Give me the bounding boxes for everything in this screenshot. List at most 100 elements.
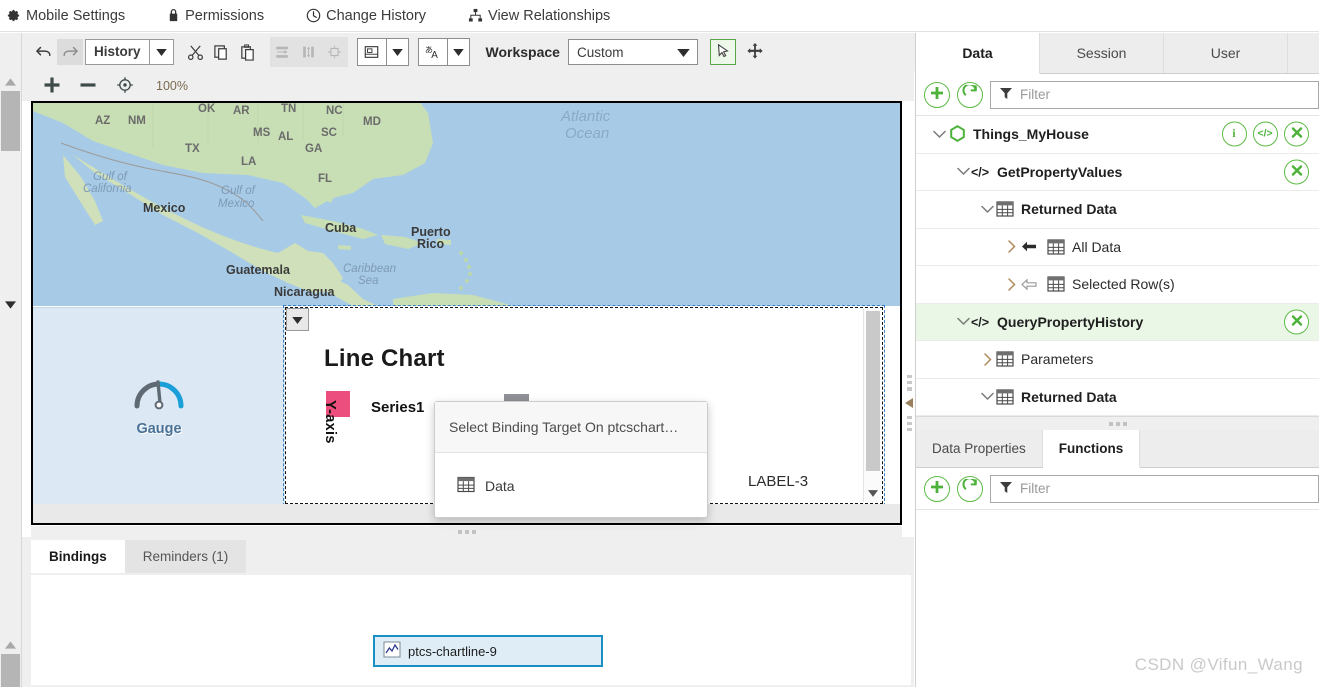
chevron-down-icon[interactable] (980, 205, 994, 214)
add-data-entity-button[interactable] (924, 82, 950, 108)
tree-row[interactable]: </>QueryPropertyHistory (916, 304, 1319, 342)
cut-button[interactable] (183, 39, 209, 65)
chevron-right-icon[interactable] (1004, 278, 1018, 291)
left-scrollbar-thumb[interactable] (1, 91, 20, 151)
language-chevron-down-icon[interactable] (447, 39, 469, 65)
info-icon: i (1227, 125, 1242, 143)
chart-xaxis-label: LABEL-3 (748, 473, 808, 490)
select-tool-button[interactable] (710, 39, 736, 65)
map-label: AL (278, 131, 293, 143)
close-button[interactable] (1284, 309, 1309, 334)
tree-row[interactable]: Selected Row(s) (916, 266, 1319, 304)
tree-row[interactable]: </>GetPropertyValues (916, 154, 1319, 192)
chart-widget-dropdown-button[interactable] (286, 308, 309, 331)
left-scroll-down-button[interactable] (2, 298, 19, 312)
menu-item-change-history[interactable]: Change History (306, 8, 426, 24)
map-label: Atlantic (561, 108, 610, 125)
binding-node-chartline[interactable]: ptcs-chartline-9 (373, 635, 603, 667)
tab-functions[interactable]: Functions (1043, 430, 1141, 468)
left-scroll-up-button[interactable] (2, 75, 19, 89)
right-panel-split-handle[interactable] (916, 416, 1319, 430)
top-menu-bar: Mobile Settings Permissions Change Histo… (0, 0, 1319, 32)
tree-row-label: Parameters (1021, 351, 1093, 367)
tab-data-properties[interactable]: Data Properties (916, 430, 1043, 467)
tab-data[interactable]: Data (916, 33, 1040, 74)
menu-item-view-relationships[interactable]: View Relationships (468, 8, 610, 24)
info-button[interactable]: i (1222, 122, 1247, 147)
panel-collapse-handle[interactable] (904, 375, 915, 431)
chevron-down-icon[interactable] (956, 167, 970, 176)
history-chevron-down-icon[interactable] (149, 40, 173, 64)
tree-row[interactable]: Returned Data (916, 191, 1319, 229)
copy-button[interactable] (209, 39, 235, 65)
chart-scrollbar[interactable] (863, 309, 881, 502)
bindings-canvas[interactable]: ptcs-chartline-9 (31, 575, 911, 685)
menu-item-permissions[interactable]: Permissions (167, 8, 264, 24)
chevron-down-icon[interactable] (932, 130, 946, 139)
right-panel-tab-strip: Data Session User (916, 33, 1319, 74)
chart-scrollbar-thumb[interactable] (866, 311, 880, 471)
functions-filter-input[interactable]: Filter (990, 475, 1319, 503)
map-label: Mexico (218, 198, 254, 210)
left-lower-scroll-up-button[interactable] (2, 638, 19, 652)
chevron-down-icon[interactable] (980, 392, 994, 401)
pan-tool-button[interactable] (742, 39, 768, 65)
popup-item-data[interactable]: Data (435, 453, 707, 518)
redo-button[interactable] (57, 39, 83, 65)
close-button[interactable] (1284, 159, 1309, 184)
tree-row[interactable]: All Data (916, 229, 1319, 267)
history-dropdown[interactable]: History (85, 39, 174, 65)
chart-legend-series1: Series1 (371, 399, 424, 416)
collapse-left-arrow-icon[interactable] (905, 396, 914, 411)
code-button[interactable]: </> (1253, 122, 1278, 147)
layout-split-button[interactable] (357, 38, 409, 66)
zoom-reset-button[interactable] (116, 76, 134, 97)
tab-session[interactable]: Session (1040, 33, 1164, 73)
left-lower-scrollbar-thumb[interactable] (1, 654, 20, 687)
svg-text:i: i (1232, 128, 1236, 140)
tree-row[interactable]: Parameters (916, 341, 1319, 379)
tree-row[interactable]: Things_MyHousei</> (916, 116, 1319, 154)
gauge-widget[interactable]: Gauge (33, 307, 285, 504)
menu-item-mobile-settings[interactable]: Mobile Settings (6, 8, 125, 24)
chevron-down-icon[interactable] (956, 317, 970, 326)
align-button[interactable] (270, 39, 296, 65)
binding-target-popup[interactable]: Select Binding Target On ptcschart… Data (434, 401, 708, 518)
layout-icon[interactable] (358, 39, 386, 65)
bottom-split-handle[interactable] (31, 526, 902, 537)
undo-button[interactable] (31, 39, 57, 65)
funnel-icon (1000, 481, 1012, 496)
bindings-tab-strip: Bindings Reminders (1) (31, 540, 246, 573)
tree-row[interactable]: Returned Data (916, 379, 1319, 417)
data-filter-input[interactable]: Filter (990, 81, 1319, 109)
resize-button[interactable] (322, 39, 348, 65)
language-split-button[interactable]: あA (418, 38, 470, 66)
layout-chevron-down-icon[interactable] (386, 39, 408, 65)
chart-scroll-down-button[interactable] (864, 486, 882, 500)
tab-reminders[interactable]: Reminders (1) (125, 540, 247, 573)
right-panel-lower-tab-strip: Data Properties Functions (916, 430, 1319, 468)
workspace-value: Custom (577, 45, 624, 60)
paste-button[interactable] (235, 39, 261, 65)
tab-user[interactable]: User (1164, 33, 1288, 73)
tree-row-label: Returned Data (1021, 201, 1117, 217)
map-widget[interactable]: AZNMOKARTNNCMDMSALSCTXGALAFLGulf ofCalif… (33, 103, 900, 306)
align-horizontal-icon (274, 44, 291, 60)
workspace-select[interactable]: Custom (568, 39, 698, 65)
language-icon[interactable]: あA (419, 39, 447, 65)
chevron-right-icon[interactable] (1004, 240, 1018, 253)
close-button[interactable] (1284, 122, 1309, 147)
chevron-right-icon[interactable] (980, 353, 994, 366)
refresh-data-button[interactable] (957, 82, 983, 108)
add-function-button[interactable] (924, 476, 950, 502)
funnel-icon (1000, 87, 1012, 102)
refresh-functions-button[interactable] (957, 476, 983, 502)
zoom-in-button[interactable] (42, 75, 62, 98)
zoom-out-button[interactable] (78, 75, 98, 98)
map-label: Caribbean (343, 263, 396, 275)
table-icon (994, 201, 1016, 217)
distribute-button[interactable] (296, 39, 322, 65)
distribute-vertical-icon (300, 44, 317, 60)
tab-bindings[interactable]: Bindings (31, 540, 125, 573)
handle-dot (907, 381, 912, 384)
